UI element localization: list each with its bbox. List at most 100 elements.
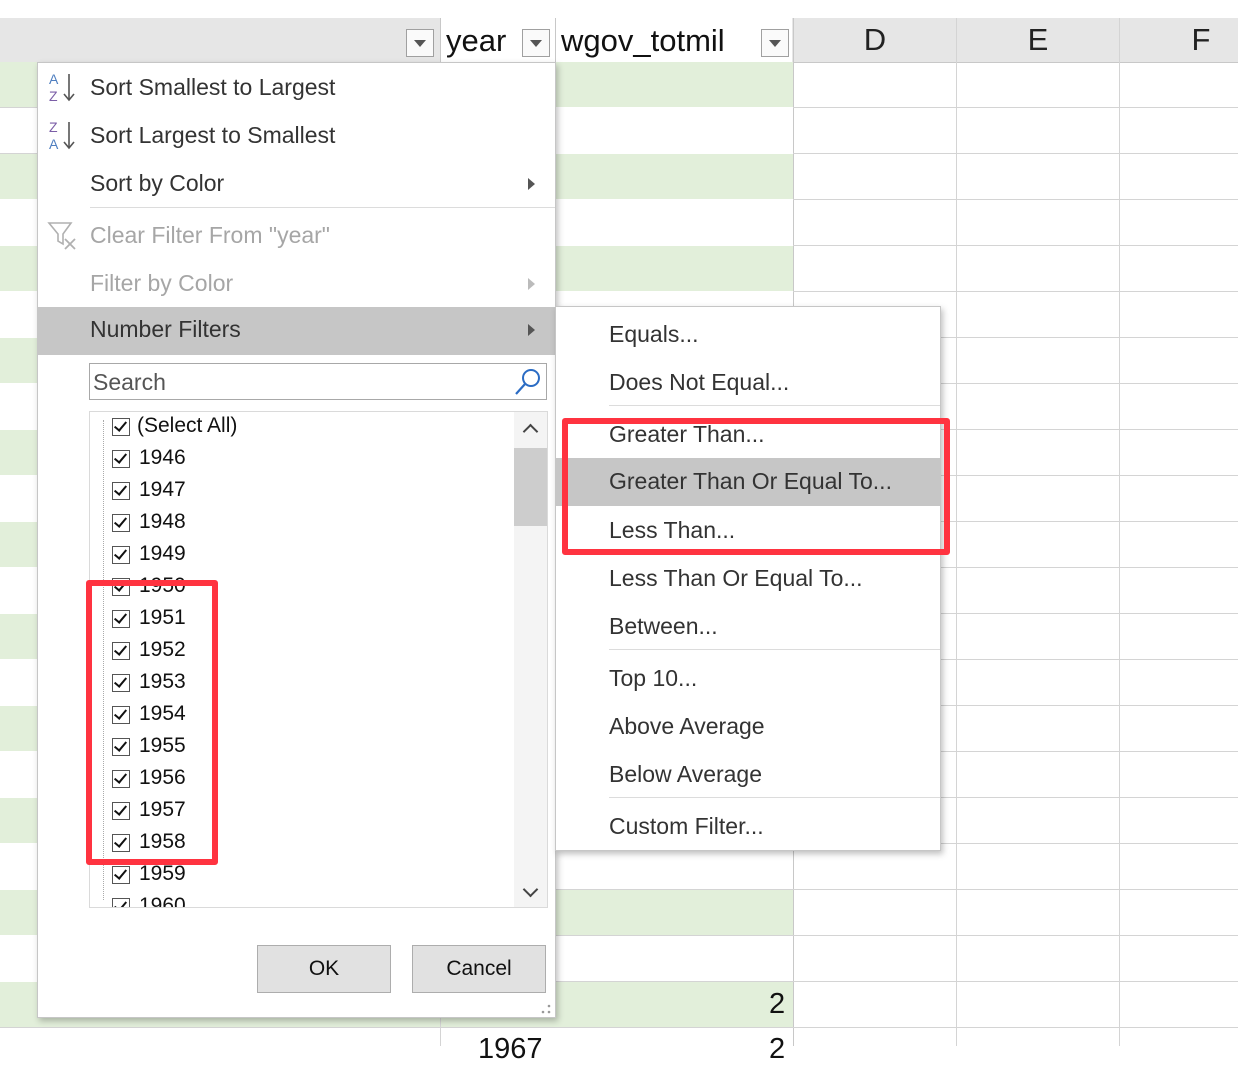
list-item-label: 1959 <box>139 862 186 885</box>
row-band <box>0 430 37 475</box>
checkbox[interactable] <box>112 514 130 532</box>
submenu-item-label: Does Not Equal... <box>609 369 790 395</box>
list-scrollbar[interactable] <box>514 412 547 907</box>
scroll-down-icon[interactable] <box>522 881 539 898</box>
row-band <box>555 246 793 291</box>
column-header-label: year <box>446 23 507 58</box>
list-item-label: (Select All) <box>137 414 238 437</box>
list-item-label: 1948 <box>139 510 186 533</box>
search-icon <box>515 369 540 395</box>
row-band <box>0 62 37 107</box>
row-line <box>555 889 1238 890</box>
column-header-d[interactable]: D <box>794 18 956 62</box>
cell-value[interactable]: 2 <box>769 1033 785 1066</box>
submenu-item-below-average[interactable]: Below Average <box>556 751 940 799</box>
list-item[interactable]: 1948 <box>90 508 510 540</box>
submenu-item-above-average[interactable]: Above Average <box>556 703 940 751</box>
filter-search-box[interactable]: Search <box>89 363 547 400</box>
submenu-item-label: Top 10... <box>609 665 698 691</box>
ok-button[interactable]: OK <box>257 945 391 993</box>
row-band <box>0 890 37 935</box>
cell-value[interactable]: 2 <box>769 988 785 1021</box>
menu-item-label: Sort Smallest to Largest <box>90 74 336 100</box>
menu-separator <box>609 405 940 406</box>
row-band <box>0 614 37 659</box>
row-line <box>0 107 37 108</box>
column-header-e[interactable]: E <box>957 18 1119 62</box>
row-band <box>0 154 37 199</box>
submenu-item-does-not-equal[interactable]: Does Not Equal... <box>556 359 940 407</box>
number-filters-submenu: Equals... Does Not Equal... Greater Than… <box>555 306 941 851</box>
search-placeholder: Search <box>93 369 166 395</box>
list-item-label: 1949 <box>139 542 186 565</box>
checkbox[interactable] <box>112 546 130 564</box>
column-header-wgov-totmil[interactable]: wgov_totmil <box>556 18 792 62</box>
submenu-item-custom-filter[interactable]: Custom Filter... <box>556 803 940 851</box>
submenu-item-label: Custom Filter... <box>609 813 764 839</box>
list-item-label: 1960 <box>139 894 186 908</box>
sort-ascending-icon: A Z <box>49 71 75 104</box>
year-filter-dropdown-button[interactable] <box>522 29 550 57</box>
list-item[interactable]: 1946 <box>90 444 510 476</box>
menu-item-label: Sort Largest to Smallest <box>90 122 336 148</box>
wgov-totmil-filter-dropdown-button[interactable] <box>761 29 789 57</box>
list-item[interactable]: 1947 <box>90 476 510 508</box>
row-band <box>0 798 37 843</box>
submenu-item-less-than-or-equal[interactable]: Less Than Or Equal To... <box>556 555 940 603</box>
list-item[interactable]: 1949 <box>90 540 510 572</box>
sort-descending-icon: Z A <box>49 119 75 152</box>
menu-item-sort-by-color[interactable]: Sort by Color <box>38 161 555 209</box>
resize-grip-icon[interactable] <box>538 1003 552 1015</box>
menu-item-sort-ascending[interactable]: A Z Sort Smallest to Largest <box>38 65 555 113</box>
submenu-item-label: Between... <box>609 613 718 639</box>
row-line <box>555 981 1238 982</box>
checkbox[interactable] <box>112 898 130 907</box>
checkbox[interactable] <box>112 866 130 884</box>
checkbox[interactable] <box>112 482 130 500</box>
row-line <box>793 245 1238 246</box>
submenu-item-label: Equals... <box>609 321 699 347</box>
cell-value[interactable]: 1967 <box>478 1033 543 1066</box>
row-band <box>0 706 37 751</box>
row-line <box>793 291 1238 292</box>
annotation-box-comparison-filters <box>562 418 950 555</box>
menu-item-label: Clear Filter From "year" <box>90 222 330 248</box>
row-line <box>793 199 1238 200</box>
menu-item-clear-filter: Clear Filter From "year" <box>38 213 555 261</box>
submenu-arrow-icon <box>528 278 535 290</box>
column-divider <box>956 18 957 1046</box>
menu-item-number-filters[interactable]: Number Filters <box>38 307 555 355</box>
scrollbar-thumb[interactable] <box>514 448 547 526</box>
row-band <box>555 62 793 107</box>
row-line <box>0 153 37 154</box>
checkbox[interactable] <box>112 450 130 468</box>
submenu-item-top-10[interactable]: Top 10... <box>556 655 940 703</box>
submenu-item-between[interactable]: Between... <box>556 603 940 651</box>
svg-text:A: A <box>49 136 59 152</box>
row-band <box>0 246 37 291</box>
menu-item-sort-descending[interactable]: Z A Sort Largest to Smallest <box>38 113 555 161</box>
filter-dropdown-button[interactable] <box>406 29 434 57</box>
submenu-arrow-icon <box>528 324 535 336</box>
list-item-select-all[interactable]: (Select All) <box>90 412 510 444</box>
row-line <box>555 935 1238 936</box>
submenu-item-label: Above Average <box>609 713 765 739</box>
row-band <box>0 522 37 567</box>
scroll-up-icon[interactable] <box>522 423 539 440</box>
column-divider <box>1119 18 1120 1046</box>
menu-separator <box>609 797 940 798</box>
menu-separator <box>609 649 940 650</box>
svg-text:Z: Z <box>49 88 58 104</box>
svg-text:A: A <box>49 71 59 87</box>
row-line <box>0 1027 1238 1028</box>
checkbox[interactable] <box>112 418 130 436</box>
row-band <box>555 154 793 199</box>
cancel-button[interactable]: Cancel <box>412 945 546 993</box>
autofilter-menu: A Z Sort Smallest to Largest Z A Sort La… <box>37 62 556 1018</box>
menu-item-filter-by-color: Filter by Color <box>38 261 555 309</box>
submenu-item-equals[interactable]: Equals... <box>556 311 940 359</box>
list-item[interactable]: 1960 <box>90 892 510 908</box>
list-item-label: 1946 <box>139 446 186 469</box>
column-header-f[interactable]: F <box>1120 18 1238 62</box>
menu-separator <box>90 207 555 208</box>
